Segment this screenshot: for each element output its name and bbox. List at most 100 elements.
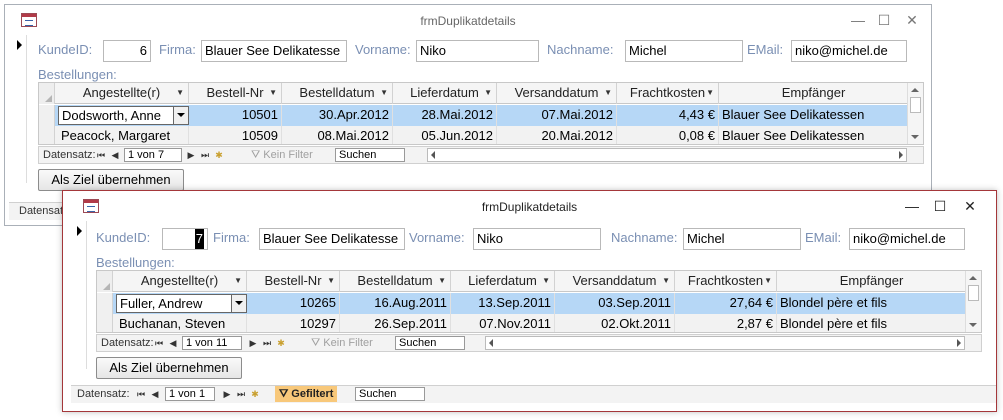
horizontal-scrollbar[interactable]: [427, 148, 907, 162]
col-header-angestellte[interactable]: Angestellte(r) ▼: [113, 271, 247, 292]
sort-dropdown-icon[interactable]: ▼: [234, 271, 242, 291]
row-selector[interactable]: [97, 314, 113, 332]
front-form-window[interactable]: frmDuplikatdetails — ☐ ✕ KundeID: 7 Firm…: [62, 190, 997, 412]
sort-dropdown-icon[interactable]: ▼: [662, 271, 670, 291]
cell-empfaenger[interactable]: Blondel père et fils: [777, 293, 967, 314]
cell-versanddatum[interactable]: 03.Sep.2011: [555, 293, 675, 314]
cell-bestelldatum[interactable]: 08.Mai.2012: [282, 126, 393, 144]
scroll-right-icon[interactable]: [957, 339, 961, 347]
last-record-icon[interactable]: ⏭: [199, 147, 211, 163]
cell-frachtkosten[interactable]: 0,08 €: [617, 126, 719, 144]
cell-versanddatum[interactable]: 07.Mai.2012: [497, 105, 617, 126]
sort-dropdown-icon[interactable]: ▼: [604, 83, 612, 103]
record-position-field[interactable]: 1 von 11: [182, 336, 242, 350]
scroll-left-icon[interactable]: [489, 339, 493, 347]
cell-bestelldatum[interactable]: 16.Aug.2011: [340, 293, 451, 314]
minimize-button[interactable]: —: [901, 197, 923, 215]
sort-dropdown-icon[interactable]: ▼: [380, 83, 388, 103]
record-position-field[interactable]: 1 von 1: [165, 387, 215, 401]
minimize-button[interactable]: —: [847, 11, 869, 29]
scroll-up-icon[interactable]: [969, 276, 977, 280]
maximize-button[interactable]: ☐: [873, 11, 895, 29]
angestellte-combo[interactable]: Dodsworth, Anne: [58, 106, 189, 125]
firma-field[interactable]: Blauer See Delikatesse: [201, 40, 347, 62]
email-field[interactable]: niko@michel.de: [849, 228, 965, 250]
col-header-empfaenger[interactable]: Empfänger: [719, 83, 909, 104]
cell-lieferdatum[interactable]: 07.Nov.2011: [451, 314, 555, 332]
cell-lieferdatum[interactable]: 28.Mai.2012: [393, 105, 497, 126]
als-ziel-uebernehmen-button[interactable]: Als Ziel übernehmen: [96, 357, 242, 379]
vorname-field[interactable]: Niko: [416, 40, 539, 62]
col-header-versanddatum[interactable]: Versanddatum ▼: [555, 271, 675, 292]
cell-lieferdatum[interactable]: 13.Sep.2011: [451, 293, 555, 314]
new-record-icon[interactable]: ✱: [213, 147, 225, 163]
nachname-field[interactable]: Michel: [625, 40, 743, 62]
scroll-thumb[interactable]: [910, 97, 921, 113]
title-bar[interactable]: frmDuplikatdetails — ☐ ✕: [63, 191, 996, 223]
col-header-lieferdatum[interactable]: Lieferdatum ▼: [393, 83, 497, 104]
next-record-icon[interactable]: ▶: [247, 335, 259, 351]
first-record-icon[interactable]: ⏮: [95, 147, 107, 163]
angestellte-combo[interactable]: Fuller, Andrew: [116, 294, 247, 313]
sort-dropdown-icon[interactable]: ▼: [706, 83, 714, 103]
cell-versanddatum[interactable]: 20.Mai.2012: [497, 126, 617, 144]
filter-toggle[interactable]: ⛛ Kein Filter: [251, 147, 313, 163]
table-row[interactable]: Fuller, Andrew 10265 16.Aug.2011 13.Sep.…: [97, 293, 967, 314]
dropdown-arrow-icon[interactable]: [173, 107, 188, 124]
search-input[interactable]: Suchen: [335, 148, 405, 162]
row-selector[interactable]: [39, 105, 55, 126]
orders-datasheet[interactable]: Angestellte(r) ▼ Bestell-Nr ▼ Bestelldatum…: [96, 270, 982, 333]
sort-dropdown-icon[interactable]: ▼: [484, 83, 492, 103]
first-record-icon[interactable]: ⏮: [135, 386, 147, 402]
new-record-icon[interactable]: ✱: [249, 386, 261, 402]
col-header-lieferdatum[interactable]: Lieferdatum ▼: [451, 271, 555, 292]
col-header-angestellte[interactable]: Angestellte(r) ▼: [55, 83, 189, 104]
record-selector[interactable]: [73, 221, 87, 369]
email-field[interactable]: niko@michel.de: [791, 40, 907, 62]
sort-dropdown-icon[interactable]: ▼: [542, 271, 550, 291]
next-record-icon[interactable]: ▶: [185, 147, 197, 163]
als-ziel-uebernehmen-button[interactable]: Als Ziel übernehmen: [38, 169, 184, 191]
search-input[interactable]: Suchen: [355, 387, 425, 401]
title-bar[interactable]: frmDuplikatdetails — ☐ ✕: [5, 5, 931, 37]
col-header-frachtkosten[interactable]: Frachtkosten ▼: [675, 271, 777, 292]
nachname-field[interactable]: Michel: [683, 228, 801, 250]
cell-empfaenger[interactable]: Blauer See Delikatessen: [719, 105, 909, 126]
horizontal-scrollbar[interactable]: [485, 336, 965, 350]
cell-lieferdatum[interactable]: 05.Jun.2012: [393, 126, 497, 144]
scroll-thumb[interactable]: [968, 285, 979, 301]
table-row[interactable]: Buchanan, Steven 10297 26.Sep.2011 07.No…: [97, 314, 967, 332]
scroll-down-icon[interactable]: [911, 135, 919, 139]
previous-record-icon[interactable]: ◀: [109, 147, 121, 163]
cell-versanddatum[interactable]: 02.Okt.2011: [555, 314, 675, 332]
cell-frachtkosten[interactable]: 27,64 €: [675, 293, 777, 314]
scroll-up-icon[interactable]: [911, 88, 919, 92]
orders-datasheet[interactable]: Angestellte(r) ▼ Bestell-Nr ▼ Bestelldatum…: [38, 82, 924, 145]
cell-bestelldatum[interactable]: 30.Apr.2012: [282, 105, 393, 126]
vorname-field[interactable]: Niko: [473, 228, 601, 250]
previous-record-icon[interactable]: ◀: [149, 386, 161, 402]
scroll-down-icon[interactable]: [969, 323, 977, 327]
scroll-right-icon[interactable]: [899, 151, 903, 159]
cell-angestellte[interactable]: Buchanan, Steven: [116, 314, 247, 332]
sort-dropdown-icon[interactable]: ▼: [764, 271, 772, 291]
vertical-scrollbar[interactable]: [965, 271, 981, 332]
sort-dropdown-icon[interactable]: ▼: [438, 271, 446, 291]
table-row[interactable]: Dodsworth, Anne 10501 30.Apr.2012 28.Mai…: [39, 105, 909, 126]
col-header-empfaenger[interactable]: Empfänger: [777, 271, 967, 292]
scroll-left-icon[interactable]: [431, 151, 435, 159]
firma-field[interactable]: Blauer See Delikatesse: [259, 228, 405, 250]
sort-dropdown-icon[interactable]: ▼: [327, 271, 335, 291]
close-button[interactable]: ✕: [959, 197, 981, 215]
new-record-icon[interactable]: ✱: [275, 335, 287, 351]
select-all-corner[interactable]: [39, 83, 55, 104]
kunde-id-field[interactable]: 7: [162, 228, 208, 250]
cell-bestell-nr[interactable]: 10501: [189, 105, 282, 126]
col-header-versanddatum[interactable]: Versanddatum ▼: [497, 83, 617, 104]
close-button[interactable]: ✕: [901, 11, 923, 29]
cell-bestell-nr[interactable]: 10297: [247, 314, 340, 332]
col-header-bestelldatum[interactable]: Bestelldatum ▼: [282, 83, 393, 104]
cell-empfaenger[interactable]: Blondel père et fils: [777, 314, 967, 332]
cell-empfaenger[interactable]: Blauer See Delikatessen: [719, 126, 909, 144]
col-header-frachtkosten[interactable]: Frachtkosten ▼: [617, 83, 719, 104]
